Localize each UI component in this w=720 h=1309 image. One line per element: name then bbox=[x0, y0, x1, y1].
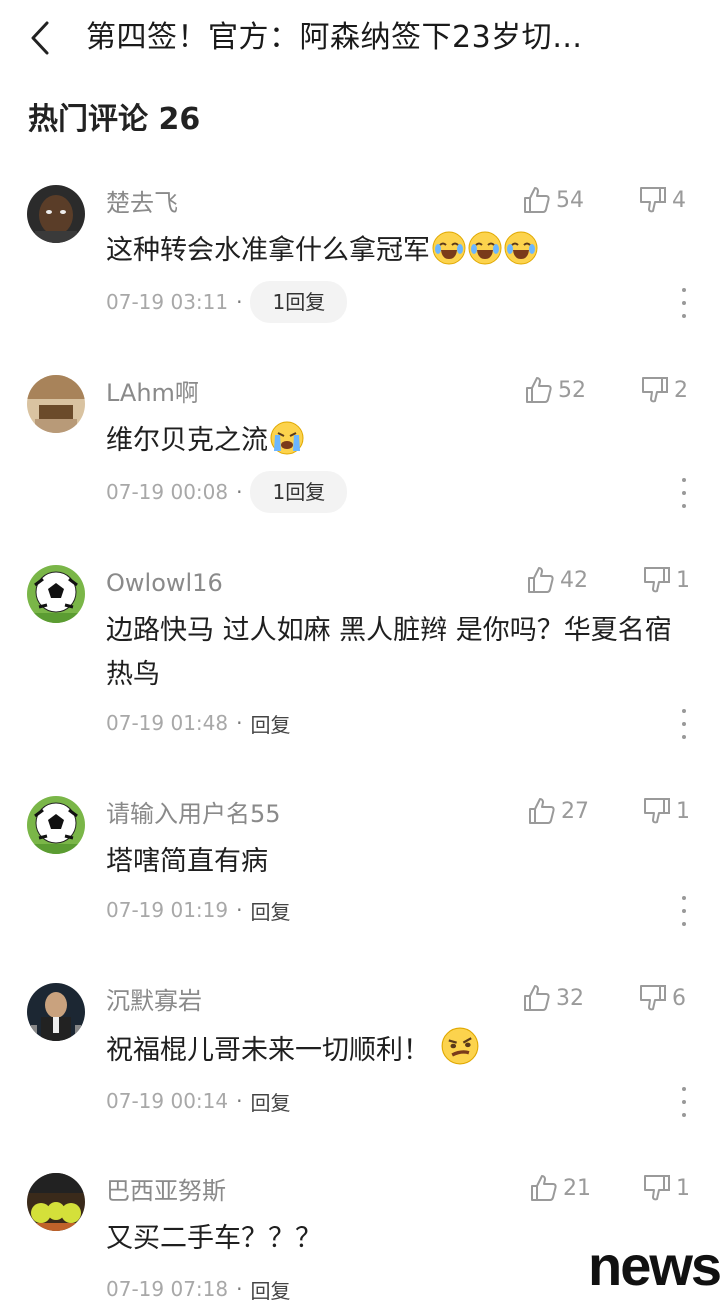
section-title: 热门评论 26 bbox=[28, 102, 201, 137]
reply-button[interactable]: 回复 bbox=[250, 1275, 290, 1304]
avatar[interactable] bbox=[27, 983, 85, 1041]
reply-button[interactable]: 1回复 bbox=[250, 281, 348, 323]
thumbs-up-icon bbox=[531, 1175, 557, 1201]
thumbs-down-icon bbox=[644, 567, 670, 593]
separator-dot: · bbox=[236, 711, 243, 735]
laugh-cry-emoji-icon bbox=[432, 231, 466, 265]
comment-text: 这种转会水准拿什么拿冠军 bbox=[106, 229, 686, 273]
comment-text: 塔嗐简直有病 bbox=[106, 846, 268, 877]
like-count: 54 bbox=[556, 187, 584, 213]
dislike-count: 1 bbox=[676, 567, 690, 593]
avatar[interactable] bbox=[27, 185, 85, 243]
thumbs-up-icon bbox=[528, 567, 554, 593]
like-button[interactable]: 54 bbox=[522, 185, 584, 215]
comment-meta: 07-19 00:08 · 1回复 bbox=[106, 471, 348, 513]
thumbs-up-icon bbox=[524, 985, 550, 1011]
dislike-count: 6 bbox=[672, 985, 686, 1011]
thumbs-down-icon bbox=[644, 798, 670, 824]
timestamp: 07-19 01:48 bbox=[106, 711, 229, 735]
separator-dot: · bbox=[236, 898, 243, 922]
like-count: 42 bbox=[560, 567, 588, 593]
separator-dot: · bbox=[236, 1089, 243, 1113]
timestamp: 07-19 03:11 bbox=[106, 290, 229, 314]
laugh-cry-emoji-icon bbox=[504, 231, 538, 265]
page-title: 第四签！官方：阿森纳签下23岁切… bbox=[86, 20, 583, 55]
more-options-icon[interactable] bbox=[674, 478, 694, 508]
avatar[interactable] bbox=[27, 1173, 85, 1231]
like-button[interactable]: 52 bbox=[524, 375, 586, 405]
username[interactable]: LAhm啊 bbox=[106, 377, 199, 409]
reply-button[interactable]: 回复 bbox=[250, 1087, 290, 1116]
comment-text: 祝福棍儿哥未来一切顺利！ bbox=[106, 1027, 686, 1073]
like-count: 21 bbox=[563, 1175, 591, 1201]
dislike-count: 1 bbox=[676, 798, 690, 824]
dislike-button[interactable]: 6 bbox=[638, 983, 686, 1013]
comment-text: 维尔贝克之流 bbox=[106, 419, 686, 463]
timestamp: 07-19 01:19 bbox=[106, 898, 229, 922]
smirk-emoji-icon bbox=[441, 1027, 479, 1065]
reply-button[interactable]: 回复 bbox=[250, 896, 290, 925]
dislike-button[interactable]: 2 bbox=[640, 375, 688, 405]
like-button[interactable]: 21 bbox=[529, 1173, 591, 1203]
more-options-icon[interactable] bbox=[674, 896, 694, 926]
timestamp: 07-19 00:08 bbox=[106, 480, 229, 504]
username[interactable]: 巴西亚努斯 bbox=[106, 1175, 226, 1207]
more-options-icon[interactable] bbox=[674, 1087, 694, 1117]
like-button[interactable]: 42 bbox=[526, 565, 588, 595]
thumbs-up-icon bbox=[529, 798, 555, 824]
thumbs-down-icon bbox=[644, 1175, 670, 1201]
thumbs-up-icon bbox=[524, 187, 550, 213]
more-options-icon[interactable] bbox=[674, 288, 694, 318]
dislike-button[interactable]: 1 bbox=[642, 796, 690, 826]
separator-dot: · bbox=[236, 290, 243, 314]
like-count: 32 bbox=[556, 985, 584, 1011]
reply-button[interactable]: 回复 bbox=[250, 709, 290, 738]
dislike-button[interactable]: 4 bbox=[638, 185, 686, 215]
top-bar: 第四签！官方：阿森纳签下23岁切… bbox=[0, 0, 720, 80]
comment-meta: 07-19 01:19 · 回复 bbox=[106, 890, 290, 930]
laugh-cry-emoji-icon bbox=[468, 231, 502, 265]
crying-emoji-icon bbox=[270, 421, 304, 455]
comment-meta: 07-19 00:14 · 回复 bbox=[106, 1081, 290, 1121]
username[interactable]: 请输入用户名55 bbox=[106, 798, 281, 830]
avatar[interactable] bbox=[27, 565, 85, 623]
comment-meta: 07-19 03:11 · 1回复 bbox=[106, 281, 348, 323]
dislike-button[interactable]: 1 bbox=[642, 1173, 690, 1203]
username[interactable]: 楚去飞 bbox=[106, 187, 178, 219]
like-count: 52 bbox=[558, 377, 586, 403]
like-button[interactable]: 27 bbox=[527, 796, 589, 826]
dislike-count: 1 bbox=[676, 1175, 690, 1201]
comment-meta: 07-19 07:18 · 回复 bbox=[106, 1269, 290, 1309]
timestamp: 07-19 07:18 bbox=[106, 1277, 229, 1301]
separator-dot: · bbox=[236, 1277, 243, 1301]
chevron-left-icon bbox=[31, 21, 49, 55]
thumbs-down-icon bbox=[640, 985, 666, 1011]
back-button[interactable] bbox=[20, 16, 60, 60]
watermark: news bbox=[588, 1234, 720, 1297]
reply-button[interactable]: 1回复 bbox=[250, 471, 348, 513]
comment-text: 边路快马 过人如麻 黑人脏辫 是你吗？华夏名宿 热鸟 bbox=[106, 615, 672, 690]
dislike-button[interactable]: 1 bbox=[642, 565, 690, 595]
thumbs-up-icon bbox=[526, 377, 552, 403]
thumbs-down-icon bbox=[642, 377, 668, 403]
dislike-count: 4 bbox=[672, 187, 686, 213]
comment-meta: 07-19 01:48 · 回复 bbox=[106, 703, 290, 743]
like-count: 27 bbox=[561, 798, 589, 824]
avatar[interactable] bbox=[27, 796, 85, 854]
timestamp: 07-19 00:14 bbox=[106, 1089, 229, 1113]
more-options-icon[interactable] bbox=[674, 709, 694, 739]
like-button[interactable]: 32 bbox=[522, 983, 584, 1013]
dislike-count: 2 bbox=[674, 377, 688, 403]
separator-dot: · bbox=[236, 480, 243, 504]
username[interactable]: 沉默寡岩 bbox=[106, 985, 202, 1017]
avatar[interactable] bbox=[27, 375, 85, 433]
thumbs-down-icon bbox=[640, 187, 666, 213]
username[interactable]: Owlowl16 bbox=[106, 567, 223, 599]
